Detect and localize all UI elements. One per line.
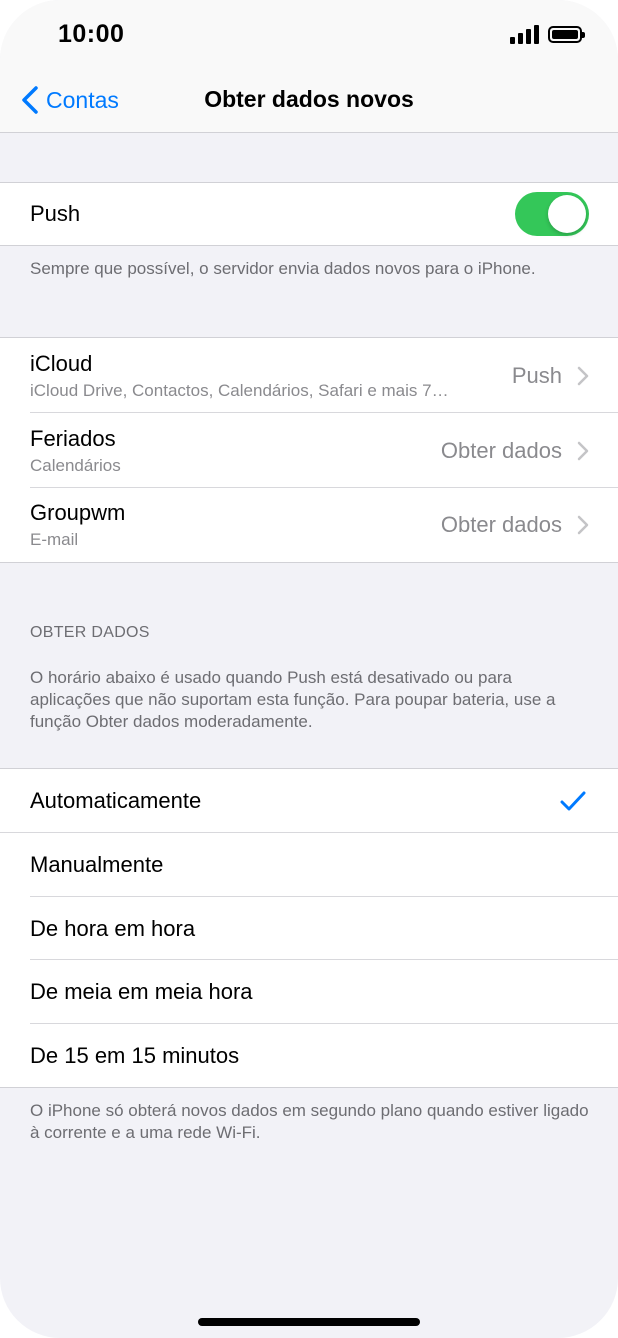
account-fetch-value: Push — [511, 362, 562, 388]
fetch-option-label: De hora em hora — [30, 915, 196, 941]
push-toggle[interactable] — [515, 192, 589, 236]
fetch-option[interactable]: Manualmente — [0, 833, 618, 897]
account-fetch-value: Obter dados — [440, 437, 562, 463]
settings-screen: 10:00 Contas Obter dados novos Push Semp… — [0, 0, 618, 1338]
push-label: Push — [30, 201, 81, 226]
fetch-option-label: De 15 em 15 minutos — [30, 1042, 240, 1068]
battery-icon — [548, 25, 585, 43]
account-row-feriados[interactable]: Feriados Calendários Obter dados — [0, 413, 618, 488]
toggle-knob — [548, 195, 586, 233]
fetch-option-label: De meia em meia hora — [30, 979, 253, 1004]
push-row: Push — [0, 183, 618, 245]
chevron-right-icon — [577, 515, 589, 535]
fetch-description: O horário abaixo é usado quando Push est… — [30, 668, 556, 731]
fetch-footnote: O iPhone só obterá novos dados em segund… — [30, 1101, 589, 1142]
fetch-option-label: Manualmente — [30, 852, 164, 877]
account-row-icloud[interactable]: iCloud iCloud Drive, Contactos, Calendár… — [0, 338, 618, 413]
account-detail: E-mail — [30, 530, 79, 549]
account-name: Groupwm — [30, 500, 126, 525]
account-detail: iCloud Drive, Contactos, Calendários, Sa… — [30, 380, 449, 400]
fetch-options-group: Automaticamente Manualmente De hora em h… — [0, 768, 618, 1088]
chevron-right-icon — [577, 366, 589, 385]
fetch-option-label: Automaticamente — [30, 788, 202, 813]
account-name: Feriados — [30, 425, 116, 451]
fetch-option[interactable]: De 15 em 15 minutos — [0, 1024, 618, 1087]
account-name: iCloud — [30, 350, 93, 376]
cellular-signal-icon — [510, 24, 539, 44]
status-time: 10:00 — [58, 20, 125, 48]
account-detail: Calendários — [30, 455, 121, 475]
push-footnote: Sempre que possível, o servidor envia da… — [30, 259, 536, 278]
status-indicators — [510, 24, 585, 44]
accounts-group: iCloud iCloud Drive, Contactos, Calendár… — [0, 337, 618, 563]
fetch-option[interactable]: Automaticamente — [0, 769, 618, 833]
section-header: OBTER DADOS — [30, 624, 150, 641]
page-title: Obter dados novos — [204, 86, 414, 112]
checkmark-icon — [560, 791, 586, 811]
fetch-option[interactable]: De hora em hora — [0, 897, 618, 960]
navigation-bar: 10:00 Contas Obter dados novos — [0, 0, 618, 133]
account-fetch-value: Obter dados — [440, 512, 562, 537]
push-group: Push — [0, 182, 618, 246]
home-indicator[interactable] — [198, 1318, 420, 1326]
chevron-right-icon — [577, 441, 589, 460]
account-row-groupwm[interactable]: Groupwm E-mail Obter dados — [0, 488, 618, 562]
fetch-option[interactable]: De meia em meia hora — [0, 960, 618, 1024]
